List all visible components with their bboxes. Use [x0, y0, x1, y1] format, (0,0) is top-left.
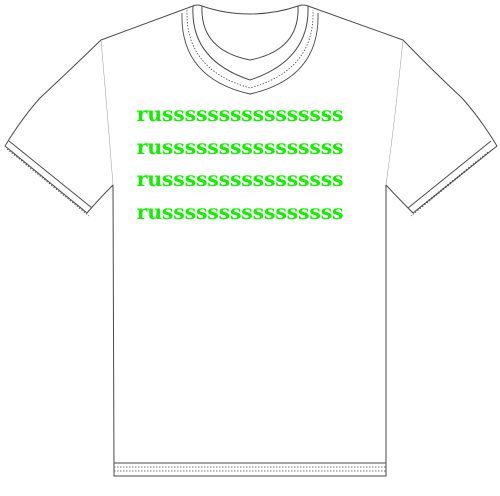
tshirt-mockup: russssssssssssssss russssssssssssssss ru…: [0, 0, 500, 496]
left-sleeve-hem: [8, 140, 93, 209]
print-line-2: russssssssssssssss: [136, 134, 344, 159]
tshirt-outline: [4, 4, 498, 477]
print-line-3: russssssssssssssss: [136, 167, 344, 191]
print-line-4: russssssssssssssss: [136, 199, 344, 224]
print-line-1: russssssssssssssss: [136, 102, 344, 126]
collar-inner: [201, 5, 299, 15]
shirt-print: russssssssssssssss russssssssssssssss ru…: [130, 98, 350, 228]
shirt-body: [4, 5, 498, 477]
collar-outer: [192, 4, 309, 81]
right-sleeve-hem: [407, 140, 492, 209]
